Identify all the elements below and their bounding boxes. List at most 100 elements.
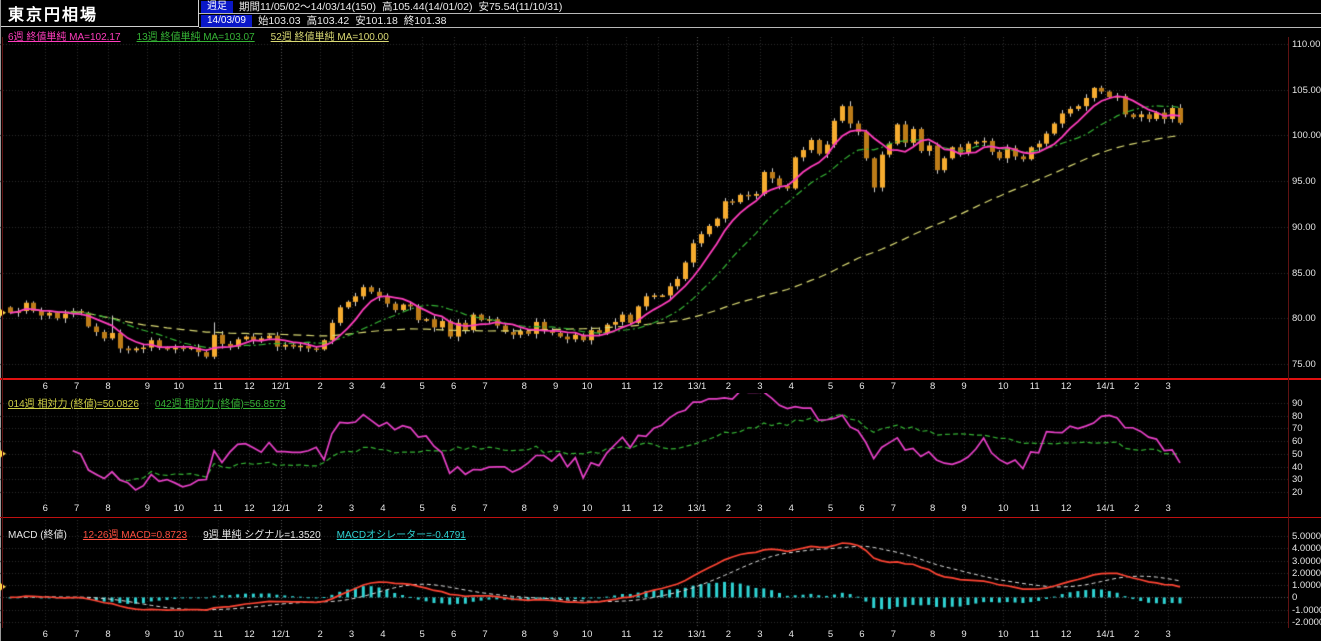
x-axis-label: 14/1 — [1096, 503, 1115, 514]
x-axis-label: 8 — [929, 381, 936, 392]
x-axis-label: 14/1 — [1096, 629, 1115, 640]
x-axis-label: 9 — [553, 629, 559, 640]
x-axis-label: 10 — [581, 629, 593, 640]
x-axis-label: 9 — [961, 503, 967, 514]
timeframe-badge: 週足 — [201, 0, 233, 13]
x-axis-label: 2 — [317, 629, 323, 640]
x-axis-label: 8 — [521, 503, 527, 514]
period-high: 高105.44(14/01/02) — [381, 1, 473, 13]
x-axis-label: 2 — [725, 503, 732, 514]
x-axis-label: 14/1 — [1096, 381, 1115, 392]
x-axis-label: 4 — [380, 381, 386, 392]
y-axis-label: 90 — [1292, 398, 1303, 409]
x-axis-label: 6 — [450, 381, 457, 392]
x-axis-label: 2 — [1134, 381, 1140, 392]
x-axis-label: 10 — [581, 503, 593, 514]
y-axis-label: 85.00 — [1292, 267, 1316, 279]
x-axis-label: 4 — [380, 503, 386, 514]
period-low: 安75.54(11/10/31) — [478, 1, 563, 13]
panel-separator-2 — [0, 517, 1321, 518]
plot-frame-right — [1288, 37, 1289, 628]
x-axis-label: 8 — [105, 503, 111, 514]
legend-item: 014週 相対力 (終値)=50.0826 — [8, 399, 139, 410]
x-axis-label: 12 — [652, 381, 664, 392]
legend-item: 52週 終値単純 MA=100.00 — [270, 32, 389, 43]
x-axis-label: 2 — [725, 629, 732, 640]
x-axis-label: 9 — [553, 381, 559, 392]
x-axis-label: 4 — [788, 503, 794, 514]
x-axis-label: 5 — [419, 629, 425, 640]
legend-item: MACDオシレーター=-0.4791 — [336, 530, 466, 541]
y-axis-label: 2.0000 — [1292, 567, 1321, 579]
y-axis-label: 3.0000 — [1292, 555, 1321, 567]
y-axis-label: 105.00 — [1292, 84, 1321, 96]
y-axis-label: 100.00 — [1292, 130, 1321, 142]
title-bar: 東京円相場 — [1, 0, 199, 27]
x-axis-label: 11 — [621, 629, 632, 640]
x-axis-label: 8 — [521, 629, 527, 640]
y-axis-label: 95.00 — [1292, 176, 1316, 188]
x-axis-label: 12 — [1060, 381, 1072, 392]
y-axis-label: -2.0000 — [1292, 617, 1321, 628]
x-axis-label: 4 — [788, 629, 794, 640]
y-axis-label: 90.00 — [1292, 221, 1316, 233]
price-chart-canvas[interactable] — [0, 37, 1290, 378]
x-axis-label: 12 — [1060, 503, 1072, 514]
x-axis-label: 10 — [173, 629, 185, 640]
x-axis-label: 12 — [1060, 629, 1072, 640]
x-axis-label: 9 — [961, 381, 967, 392]
x-axis-label: 11 — [213, 381, 223, 392]
x-axis-label: 11 — [213, 629, 223, 640]
x-axis-label: 7 — [74, 629, 80, 640]
x-axis-label: 10 — [998, 503, 1009, 514]
x-axis-label: 10 — [581, 381, 593, 392]
legend-item: 042週 相対力 (終値)=56.8573 — [154, 399, 286, 410]
period-range: 期間11/05/02〜14/03/14(150) — [239, 1, 376, 13]
x-axis-label: 3 — [1165, 381, 1171, 392]
panel-separator — [0, 378, 1321, 380]
x-axis-label: 7 — [890, 629, 896, 640]
x-axis-label: 2 — [317, 503, 323, 514]
x-axis-label: 11 — [1029, 503, 1040, 514]
week-low: 安101.18 — [355, 15, 398, 27]
y-axis-label: 70 — [1292, 423, 1303, 435]
x-axis-label: 2 — [317, 381, 323, 392]
x-axis-label: 5 — [827, 503, 834, 514]
x-axis-label: 12 — [244, 381, 255, 392]
week-open: 始103.03 — [257, 15, 301, 27]
x-axis-label: 3 — [1165, 503, 1171, 514]
x-axis-label: 2 — [725, 381, 732, 392]
price-x-axis: 6 7 8 9 10 11 12 12/1 2 3 4 5 6 7 8 9 10 11 12 13/1 2 3 4 5 6 7 8 9… — [0, 381, 1290, 393]
x-axis-label: 3 — [348, 503, 355, 514]
x-axis-label: 5 — [827, 381, 834, 392]
x-axis-label: 3 — [757, 629, 763, 640]
rsi-legend: 014週 相対力 (終値)=50.0826 042週 相対力 (終値)=56.85… — [8, 395, 302, 410]
x-axis-label: 8 — [105, 381, 111, 392]
x-axis-label: 8 — [929, 503, 936, 514]
legend-item: 13週 終値単純 MA=103.07 — [136, 32, 255, 43]
legend-item: 6週 終値単純 MA=102.17 — [8, 32, 121, 43]
x-axis-label: 3 — [757, 503, 763, 514]
y-axis-label: 1.0000 — [1292, 580, 1321, 592]
ma-legend: 6週 終値単純 MA=102.17 13週 終値単純 MA=103.07 52週 終… — [8, 28, 405, 43]
x-axis-label: 12 — [652, 503, 664, 514]
plot-frame-left — [2, 37, 3, 628]
x-axis-label: 4 — [380, 629, 386, 640]
x-axis-label: 10 — [173, 503, 185, 514]
legend-item: MACD (終値) — [8, 530, 67, 541]
x-axis-label: 6 — [859, 503, 865, 514]
x-axis-label: 11 — [621, 503, 632, 514]
x-axis-label: 11 — [621, 381, 632, 392]
y-axis-label: 4.0000 — [1292, 543, 1321, 555]
x-axis-label: 5 — [419, 381, 425, 392]
x-axis-label: 7 — [890, 503, 896, 514]
x-axis-label: 5 — [419, 503, 425, 514]
x-axis-label: 13/1 — [687, 381, 707, 392]
week-close: 終101.38 — [403, 15, 447, 27]
header-ohlc-row: 14/03/09 始103.03 高103.42 安101.18 終101.38 — [199, 14, 1321, 28]
x-axis-label: 12/1 — [271, 381, 291, 392]
date-badge: 14/03/09 — [201, 14, 252, 27]
week-high: 高103.42 — [306, 15, 350, 27]
x-axis-label: 9 — [144, 381, 150, 392]
x-axis-label: 11 — [213, 503, 223, 514]
